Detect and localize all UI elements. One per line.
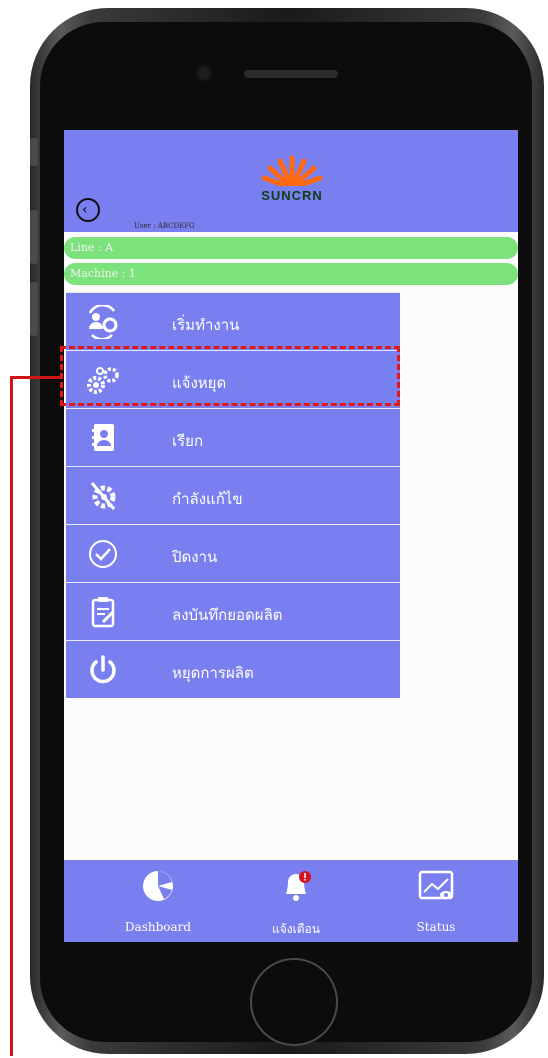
menu-item-label: เรียก — [172, 432, 204, 450]
earpiece-speaker — [244, 70, 338, 78]
menu-item-stop-production[interactable]: หยุดการผลิต — [66, 640, 400, 698]
highlight-box — [60, 346, 400, 406]
volume-down-button — [30, 282, 38, 336]
line-indicator: Line : A — [64, 237, 518, 259]
brand-name: SUNCRN — [261, 188, 323, 203]
check-circle-icon — [89, 540, 117, 568]
power-icon — [90, 655, 116, 684]
menu-item-close-job[interactable]: ปิดงาน — [66, 524, 400, 582]
contact-book-icon — [92, 424, 114, 451]
tab-label: Status — [416, 920, 456, 934]
app-screen: SUNCRN ‹ User : ABCDEFG Line : A Machine… — [64, 130, 518, 942]
menu-item-label: ลงบันทึกยอดผลิต — [172, 606, 283, 624]
menu-item-label: หยุดการผลิต — [172, 664, 254, 682]
mute-switch — [30, 138, 38, 166]
machine-indicator: Machine : 1 — [64, 263, 518, 285]
tab-label: แจ้งเตือน — [272, 922, 320, 936]
machine-label: Machine : 1 — [70, 267, 136, 280]
bottom-nav: Dashboard แจ้งเตือน Status — [64, 860, 518, 942]
menu-item-call[interactable]: เรียก — [66, 408, 400, 466]
chevron-left-icon: ‹ — [82, 202, 88, 218]
menu-item-start-work[interactable]: เริ่มทำงาน — [66, 292, 400, 350]
menu-item-label: กำลังแก้ไข — [172, 490, 243, 508]
user-label: User : ABCDEFG — [134, 222, 195, 230]
home-button[interactable] — [250, 958, 338, 1046]
user-sync-icon — [88, 305, 118, 339]
menu-item-fixing[interactable]: กำลังแก้ไข — [66, 466, 400, 524]
menu-item-label: เริ่มทำงาน — [172, 316, 240, 334]
tab-status[interactable]: Status — [376, 860, 496, 942]
pie-chart-icon — [143, 871, 173, 901]
gear-wrench-icon — [90, 482, 116, 510]
menu-item-label: ปิดงาน — [172, 548, 218, 566]
tab-notifications[interactable]: แจ้งเตือน — [236, 860, 356, 942]
line-label: Line : A — [70, 241, 114, 254]
annotation-line — [10, 376, 13, 1056]
status-chart-icon — [418, 870, 454, 900]
clipboard-edit-icon — [91, 597, 115, 628]
front-camera — [198, 67, 210, 79]
annotation-connector — [10, 376, 60, 379]
app-header: SUNCRN ‹ User : ABCDEFG — [64, 130, 518, 232]
tab-label: Dashboard — [124, 920, 192, 934]
tab-dashboard[interactable]: Dashboard — [98, 860, 218, 942]
back-button[interactable]: ‹ — [76, 198, 100, 222]
volume-up-button — [30, 210, 38, 264]
menu-item-record-output[interactable]: ลงบันทึกยอดผลิต — [66, 582, 400, 640]
bell-alert-icon — [286, 871, 311, 901]
